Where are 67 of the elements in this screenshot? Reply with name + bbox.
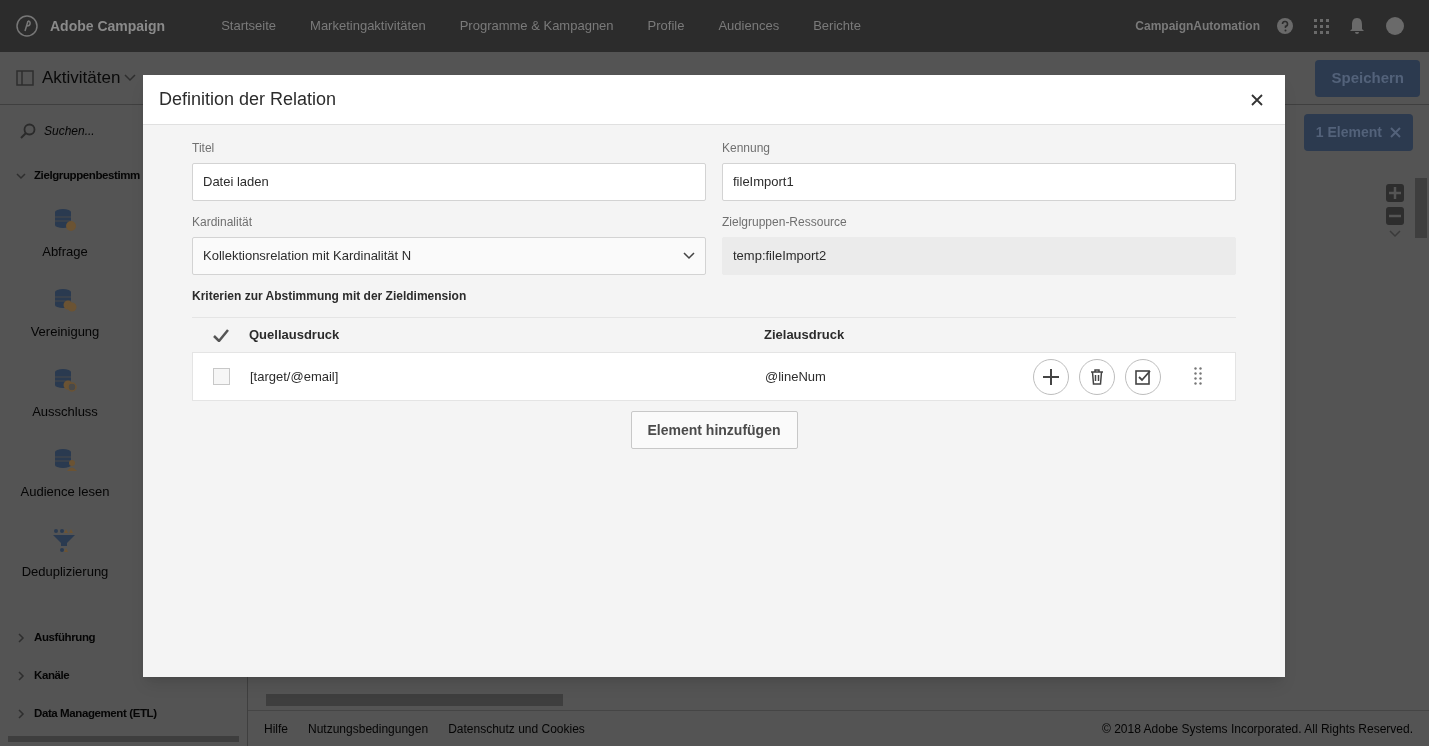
chevron-right-icon[interactable]: [16, 709, 26, 719]
category-header[interactable]: Kanäle: [34, 667, 70, 685]
add-icon: [1042, 367, 1060, 386]
checkmark-icon[interactable]: [212, 328, 229, 342]
chevron-down-icon[interactable]: [124, 74, 137, 82]
nav-link[interactable]: Marketingaktivitäten: [310, 16, 426, 36]
activity-item[interactable]: Audience lesen: [0, 435, 130, 515]
trash-button[interactable]: [1079, 358, 1115, 395]
footer-link[interactable]: Nutzungsbedingungen: [308, 719, 429, 738]
brand-name[interactable]: Adobe Campaign: [50, 15, 166, 37]
nav-link[interactable]: Profile: [647, 16, 685, 36]
funnel-icon: [52, 528, 78, 555]
chevron-right-icon[interactable]: [16, 671, 26, 681]
trash-icon: [1088, 367, 1106, 386]
nav-link[interactable]: Audiences: [718, 16, 780, 36]
section-title: Kriterien zur Abstimmung mit der Zieldimension: [192, 288, 468, 305]
activity-item[interactable]: Vereinigung: [0, 275, 130, 355]
panel-icon[interactable]: [16, 70, 34, 86]
copyright-text: © 2018 Adobe Systems Incorporated. All Rights Reserved.: [1102, 720, 1413, 738]
activity-item[interactable]: Abfrage: [0, 195, 130, 275]
checkbox-edit-icon: [1134, 367, 1152, 386]
chevron-down-icon[interactable]: [1389, 230, 1401, 238]
field-label: Titel: [192, 140, 216, 157]
logo-icon[interactable]: [16, 15, 38, 37]
nav-link[interactable]: Berichte: [813, 16, 861, 36]
chevron-down-icon[interactable]: [16, 171, 26, 181]
activity-item[interactable]: Ausschluss: [0, 355, 130, 435]
category-header[interactable]: Ausführung: [34, 629, 96, 647]
field-label: Kardinalität: [192, 214, 254, 231]
add-button[interactable]: [1033, 358, 1069, 395]
chevron-right-icon[interactable]: [16, 633, 26, 643]
checkbox[interactable]: [213, 368, 230, 385]
search-icon: [20, 123, 36, 139]
checkbox-edit-button[interactable]: [1125, 358, 1161, 395]
zoom-in-icon[interactable]: [1386, 184, 1404, 202]
zoom-out-icon[interactable]: [1386, 207, 1404, 225]
footer-link[interactable]: Datenschutz und Cookies: [448, 719, 585, 738]
panel-title[interactable]: Aktivitäten: [42, 65, 121, 91]
activity-item[interactable]: Deduplizierung: [0, 515, 130, 595]
category-header[interactable]: Data Management (ETL): [34, 705, 157, 723]
drag-handle-icon[interactable]: [1194, 367, 1202, 386]
nav-link[interactable]: Startseite: [221, 16, 277, 36]
chevron-down-icon: [683, 252, 695, 260]
bell-icon[interactable]: [1349, 17, 1365, 35]
database-icon: [52, 368, 78, 395]
close-icon[interactable]: [1251, 93, 1263, 106]
input-field[interactable]: fileImport1: [722, 163, 1236, 201]
user-name[interactable]: CampaignAutomation: [1135, 17, 1260, 35]
footer-link[interactable]: Hilfe: [264, 719, 288, 738]
add-element-button[interactable]: Element hinzufügen: [630, 411, 798, 449]
field-label: Zielgruppen-Ressource: [722, 214, 848, 231]
nav-link[interactable]: Programme & Kampagnen: [459, 16, 614, 36]
app-grid-icon[interactable]: [1314, 18, 1329, 34]
column-header: Zielausdruck: [764, 326, 845, 345]
dropdown[interactable]: Kollektionsrelation mit Kardinalität N: [192, 237, 706, 275]
field-label: Kennung: [722, 140, 772, 157]
input-field[interactable]: Datei laden: [192, 163, 706, 201]
table-cell-text: [target/@email]: [250, 367, 340, 386]
dialog-title: Definition der Relation: [159, 88, 338, 111]
help-icon[interactable]: [1276, 17, 1294, 35]
category-header[interactable]: Zielgruppenbestimm: [34, 167, 140, 185]
table-cell-text: @lineNum: [765, 367, 827, 386]
search-field[interactable]: Suchen...: [44, 122, 204, 140]
column-header: Quellausdruck: [249, 326, 341, 345]
close-icon: [1390, 127, 1401, 138]
avatar-icon[interactable]: [1385, 16, 1405, 36]
input-field: temp:fileImport2: [722, 237, 1236, 275]
